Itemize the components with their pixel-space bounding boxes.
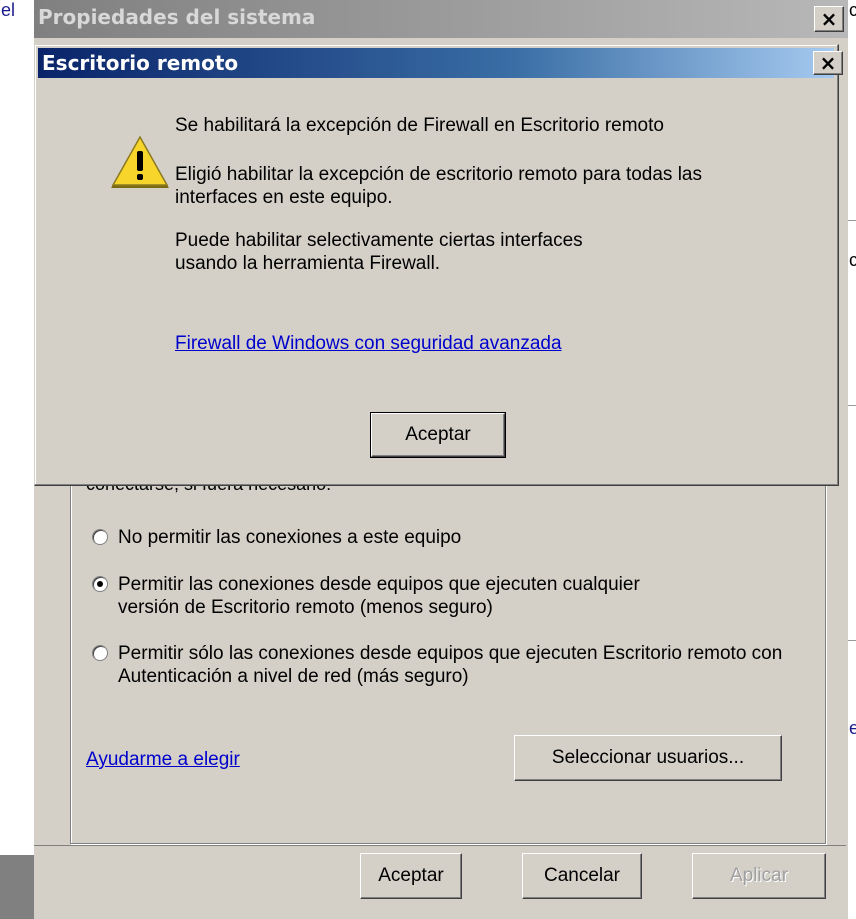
dialog-heading: Se habilitará la excepción de Firewall e… <box>175 115 664 136</box>
close-button[interactable]: × <box>814 6 844 32</box>
background-text-fragment: e <box>849 718 856 738</box>
dialog-ok-button[interactable]: Aceptar <box>370 412 506 458</box>
radio-nla-only[interactable]: Permitir sólo las conexiones desde equip… <box>92 642 792 688</box>
dialog-close-button[interactable]: × <box>813 51 843 75</box>
radio-button[interactable] <box>92 529 108 545</box>
firewall-advanced-link[interactable]: Firewall de Windows con seguridad avanza… <box>175 333 562 355</box>
background-divider <box>848 640 856 641</box>
dialog-titlebar[interactable]: Escritorio remoto × <box>38 48 843 78</box>
background-divider <box>848 220 856 221</box>
background-text-fragment: c <box>849 0 856 20</box>
background-divider <box>848 405 856 406</box>
system-properties-titlebar[interactable]: Propiedades del sistema × <box>34 0 848 38</box>
radio-no-connections[interactable]: No permitir las conexiones a este equipo <box>92 526 461 549</box>
background-text-fragment: c <box>849 250 856 270</box>
radio-dot <box>97 581 103 587</box>
window-bottom-divider <box>34 845 846 846</box>
radio-label: Permitir sólo las conexiones desde equip… <box>118 643 783 687</box>
radio-label: No permitir las conexiones a este equipo <box>118 527 462 548</box>
warning-icon <box>107 135 173 195</box>
cancel-button[interactable]: Cancelar <box>522 853 642 899</box>
remote-desktop-dialog: Escritorio remoto × Se habilitará la exc… <box>34 44 843 486</box>
window-title: Propiedades del sistema <box>38 5 316 29</box>
close-icon: × <box>820 7 838 31</box>
dialog-paragraph-1: Eligió habilitar la excepción de escrito… <box>175 164 702 208</box>
select-users-button[interactable]: Seleccionar usuarios... <box>514 735 782 781</box>
radio-any-version[interactable]: Permitir las conexiones desde equipos qu… <box>92 573 672 619</box>
background-taskbar-fragment <box>0 855 34 919</box>
radio-button-checked[interactable] <box>92 576 108 592</box>
close-icon: × <box>819 51 837 75</box>
radio-button[interactable] <box>92 645 108 661</box>
radio-label: Permitir las conexiones desde equipos qu… <box>118 574 640 618</box>
apply-button[interactable]: Aplicar <box>692 853 826 899</box>
background-text-fragment: el <box>1 0 16 20</box>
help-me-choose-link[interactable]: Ayudarme a elegir <box>86 749 240 771</box>
dialog-paragraph-2: Puede habilitar selectivamente ciertas i… <box>175 230 583 274</box>
ok-button[interactable]: Aceptar <box>360 853 462 899</box>
dialog-title: Escritorio remoto <box>42 51 239 75</box>
